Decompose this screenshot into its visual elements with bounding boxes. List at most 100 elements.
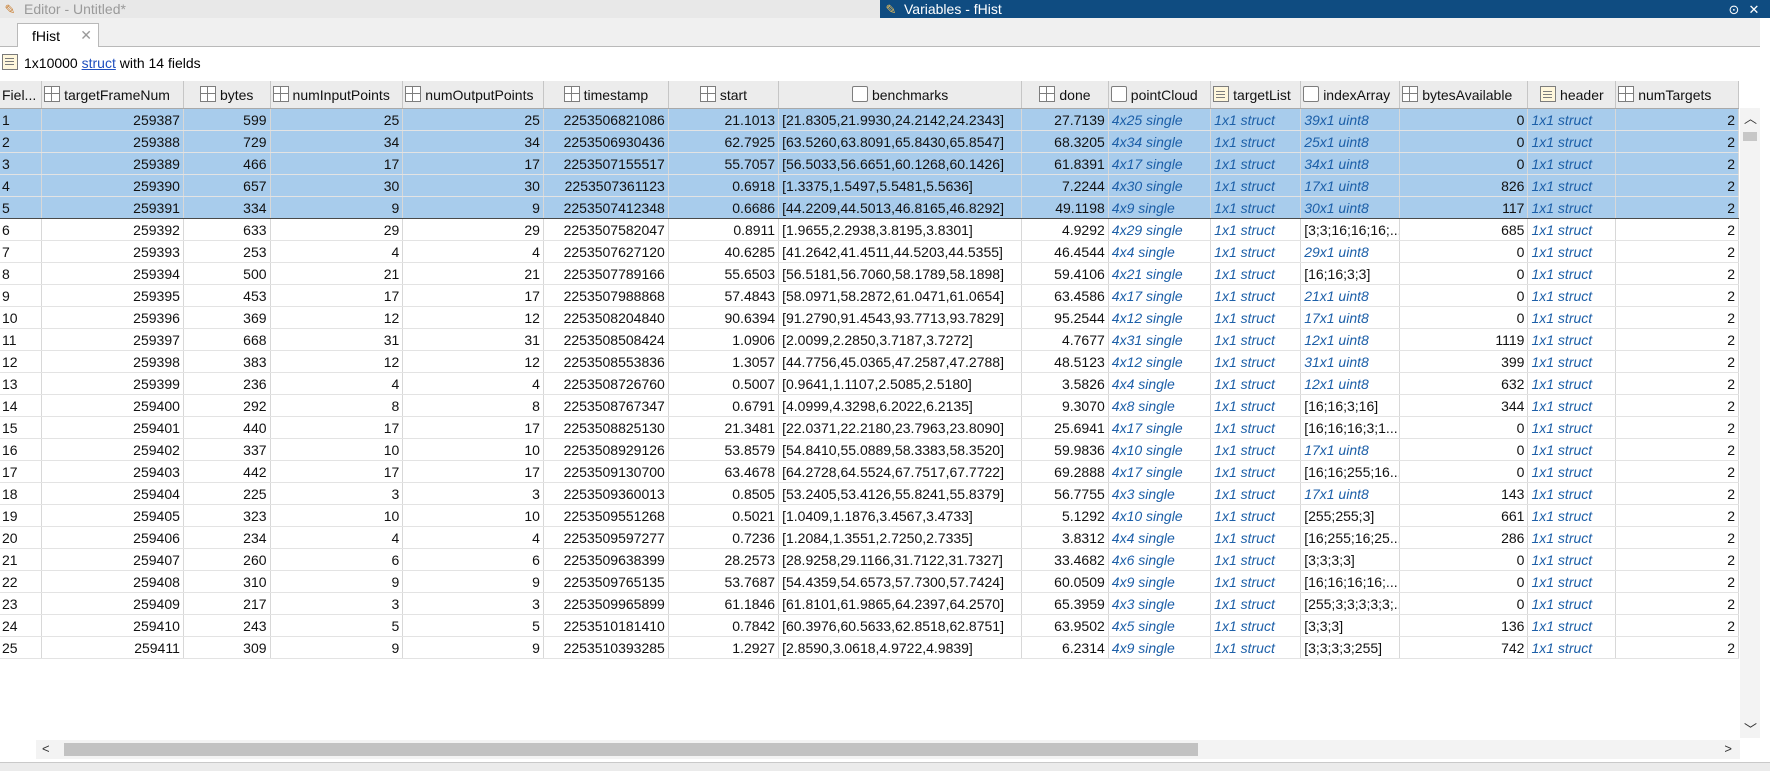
table-cell[interactable]: 1x1 struct <box>1210 284 1302 307</box>
tab-close-icon[interactable]: ✕ <box>80 27 92 44</box>
table-row[interactable]: 16 259402 337 10 10 2253508929126 53.8579 [54.8… <box>0 438 1739 461</box>
table-cell[interactable]: 17 <box>270 152 404 175</box>
row-header[interactable]: 4 <box>0 174 43 197</box>
table-cell[interactable]: 0.5021 <box>668 504 780 527</box>
table-cell[interactable]: 59.4106 <box>1021 262 1109 285</box>
table-cell[interactable]: [91.2790,91.4543,93.7713,93.7829] <box>778 306 1023 329</box>
table-cell[interactable]: 633 <box>183 218 271 241</box>
table-cell[interactable]: 1x1 struct <box>1210 636 1302 659</box>
table-cell[interactable]: 2253510393285 <box>543 636 669 659</box>
table-cell[interactable]: 1x1 struct <box>1210 306 1302 329</box>
table-cell[interactable]: 0 <box>1399 306 1529 329</box>
table-cell[interactable]: 286 <box>1399 526 1529 549</box>
table-row[interactable]: 4 259390 657 30 30 2253507361123 0.6918 [1.3375… <box>0 174 1739 197</box>
table-cell[interactable]: 0 <box>1399 284 1529 307</box>
column-header[interactable]: Fiel... <box>0 81 43 109</box>
table-cell[interactable]: 21x1 uint8 <box>1300 284 1401 307</box>
table-cell[interactable]: 55.6503 <box>668 262 780 285</box>
table-cell[interactable]: 25.6941 <box>1021 416 1109 439</box>
table-row[interactable]: 1 259387 599 25 25 2253506821086 21.1013 [21.83… <box>0 108 1739 131</box>
table-cell[interactable]: 143 <box>1399 482 1529 505</box>
table-cell[interactable]: 4x17 single <box>1108 460 1212 483</box>
table-cell[interactable]: 4x12 single <box>1108 350 1212 373</box>
table-cell[interactable]: 68.3205 <box>1021 130 1109 153</box>
scroll-right-icon[interactable]: > <box>1724 741 1732 756</box>
table-cell[interactable]: [16;16;3;16] <box>1300 394 1401 417</box>
table-cell[interactable]: 1x1 struct <box>1527 394 1617 417</box>
table-cell[interactable]: [64.2728,64.5524,67.7517,67.7722] <box>778 460 1023 483</box>
table-cell[interactable]: 0.8505 <box>668 482 780 505</box>
table-cell[interactable]: 1x1 struct <box>1210 152 1302 175</box>
row-header[interactable]: 21 <box>0 548 43 571</box>
table-cell[interactable]: 1x1 struct <box>1210 240 1302 263</box>
table-cell[interactable]: 1x1 struct <box>1210 416 1302 439</box>
table-cell[interactable]: 2253509360013 <box>543 482 669 505</box>
table-cell[interactable]: 17 <box>402 460 544 483</box>
table-cell[interactable]: 2253508726760 <box>543 372 669 395</box>
table-cell[interactable]: 2 <box>1615 482 1739 505</box>
table-cell[interactable]: 10 <box>402 438 544 461</box>
tab-fhist[interactable]: fHist ✕ <box>17 23 99 47</box>
table-cell[interactable]: 2 <box>1615 240 1739 263</box>
table-cell[interactable]: 0.5007 <box>668 372 780 395</box>
table-cell[interactable]: 1x1 struct <box>1210 570 1302 593</box>
table-cell[interactable]: 1x1 struct <box>1210 130 1302 153</box>
table-cell[interactable]: 259395 <box>41 284 184 307</box>
table-cell[interactable]: 4x4 single <box>1108 526 1212 549</box>
table-cell[interactable]: 260 <box>183 548 271 571</box>
table-cell[interactable]: 2 <box>1615 614 1739 637</box>
table-cell[interactable]: 1x1 struct <box>1210 350 1302 373</box>
table-cell[interactable]: 0 <box>1399 108 1529 131</box>
table-cell[interactable]: 0 <box>1399 438 1529 461</box>
table-cell[interactable]: [2.0099,2.2850,3.7187,3.7272] <box>778 328 1023 351</box>
table-cell[interactable]: 2253508204840 <box>543 306 669 329</box>
table-cell[interactable]: 4 <box>270 372 404 395</box>
row-header[interactable]: 19 <box>0 504 43 527</box>
table-row[interactable]: 5 259391 334 9 9 2253507412348 0.6686 [44.2209,… <box>0 196 1739 219</box>
table-row[interactable]: 11 259397 668 31 31 2253508508424 1.0906 [2.009… <box>0 328 1739 351</box>
table-cell[interactable]: 48.5123 <box>1021 350 1109 373</box>
row-header[interactable]: 6 <box>0 218 43 241</box>
table-row[interactable]: 15 259401 440 17 17 2253508825130 21.3481 [22.0… <box>0 416 1739 439</box>
table-cell[interactable]: 2 <box>1615 328 1739 351</box>
table-cell[interactable]: 259391 <box>41 196 184 219</box>
table-cell[interactable]: 46.4544 <box>1021 240 1109 263</box>
table-cell[interactable]: 1x1 struct <box>1210 504 1302 527</box>
table-cell[interactable]: 4 <box>270 240 404 263</box>
table-cell[interactable]: 21 <box>402 262 544 285</box>
table-cell[interactable]: 234 <box>183 526 271 549</box>
table-cell[interactable]: 2253506930436 <box>543 130 669 153</box>
table-cell[interactable]: 4 <box>270 526 404 549</box>
table-cell[interactable]: 12 <box>270 350 404 373</box>
table-cell[interactable]: 259410 <box>41 614 184 637</box>
table-cell[interactable]: [255;3;3;3;3;3;... <box>1300 592 1401 615</box>
table-cell[interactable]: 1x1 struct <box>1527 130 1617 153</box>
table-cell[interactable]: 29 <box>402 218 544 241</box>
table-cell[interactable]: 3 <box>270 592 404 615</box>
table-cell[interactable]: 259402 <box>41 438 184 461</box>
table-cell[interactable]: [3;3;16;16;16;... <box>1300 218 1401 241</box>
table-cell[interactable]: 500 <box>183 262 271 285</box>
table-cell[interactable]: [44.7756,45.0365,47.2587,47.2788] <box>778 350 1023 373</box>
row-header[interactable]: 16 <box>0 438 43 461</box>
row-header[interactable]: 11 <box>0 328 43 351</box>
table-cell[interactable]: 4.7677 <box>1021 328 1109 351</box>
table-cell[interactable]: 1x1 struct <box>1210 592 1302 615</box>
table-cell[interactable]: 62.7925 <box>668 130 780 153</box>
table-cell[interactable]: 4x8 single <box>1108 394 1212 417</box>
table-cell[interactable]: 259399 <box>41 372 184 395</box>
table-cell[interactable]: 3 <box>402 482 544 505</box>
table-cell[interactable]: 2 <box>1615 152 1739 175</box>
table-cell[interactable]: 1x1 struct <box>1527 592 1617 615</box>
table-cell[interactable]: 8 <box>270 394 404 417</box>
table-cell[interactable]: 259405 <box>41 504 184 527</box>
column-header[interactable]: start <box>668 81 780 109</box>
table-cell[interactable]: 1x1 struct <box>1210 174 1302 197</box>
table-cell[interactable]: 8 <box>402 394 544 417</box>
table-row[interactable]: 19 259405 323 10 10 2253509551268 0.5021 [1.040… <box>0 504 1739 527</box>
table-cell[interactable]: 2253508553836 <box>543 350 669 373</box>
table-cell[interactable]: [3;3;3] <box>1300 614 1401 637</box>
column-header[interactable]: bytesAvailable <box>1399 81 1529 109</box>
table-cell[interactable]: 4x9 single <box>1108 196 1212 219</box>
table-cell[interactable]: 2253508929126 <box>543 438 669 461</box>
